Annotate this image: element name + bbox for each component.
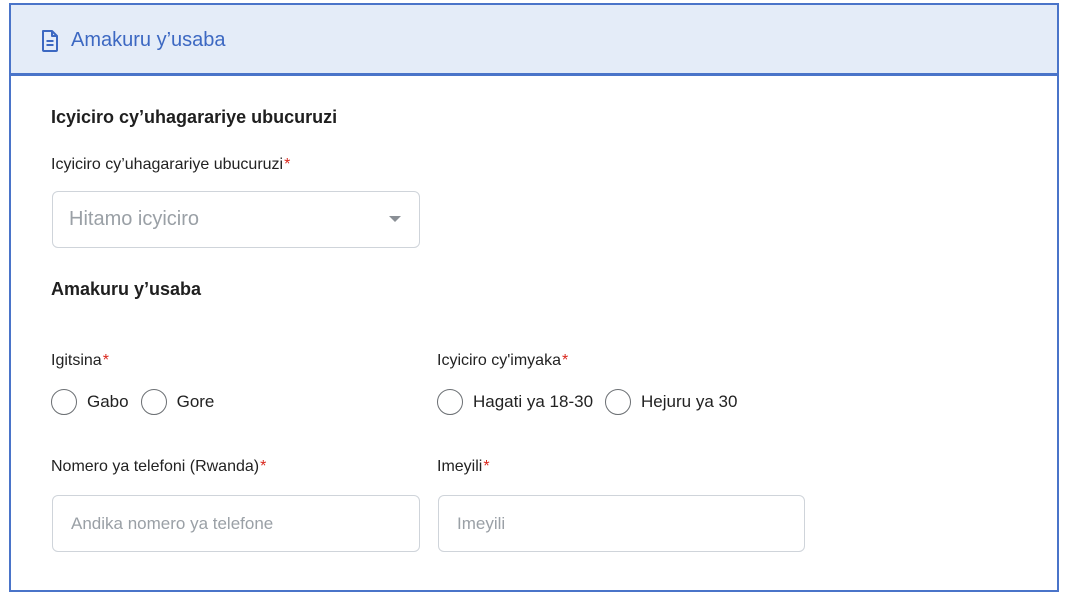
sector-select[interactable]: Hitamo icyiciro	[52, 191, 420, 248]
email-label-text: Imeyili	[437, 458, 483, 475]
age-group-label-text: Icyiciro cy'imyaka	[437, 352, 561, 369]
radio-label: Gore	[176, 392, 215, 411]
caret-down-icon	[389, 216, 401, 222]
age-group-radio-group: Hagati ya 18-30 Hejuru ya 30	[437, 389, 749, 415]
phone-field-label: Nomero ya telefoni (Rwanda)*	[51, 458, 266, 476]
phone-input[interactable]	[52, 495, 420, 552]
sector-label-text: Icyiciro cy’uhagarariye ubucuruzi	[51, 156, 284, 173]
panel-title: Amakuru y’usaba	[71, 29, 226, 51]
gender-option-gore[interactable]: Gore	[140, 389, 215, 415]
gender-option-gabo[interactable]: Gabo	[51, 389, 129, 415]
radio-button[interactable]	[140, 389, 167, 415]
radio-button[interactable]	[437, 389, 463, 415]
radio-button[interactable]	[51, 389, 77, 415]
applicant-info-panel: Amakuru y’usaba Icyiciro cy’uhagarariye …	[9, 3, 1059, 592]
phone-label-text: Nomero ya telefoni (Rwanda)	[51, 458, 260, 475]
email-input[interactable]	[438, 495, 805, 552]
sector-section-title: Icyiciro cy’uhagarariye ubucuruzi	[51, 107, 338, 127]
gender-radio-group: Gabo Gore	[51, 389, 226, 415]
radio-label: Hejuru ya 30	[641, 392, 738, 411]
document-icon	[42, 30, 58, 52]
age-option-over-30[interactable]: Hejuru ya 30	[605, 389, 737, 415]
radio-button[interactable]	[605, 389, 632, 415]
sector-select-placeholder: Hitamo icyiciro	[69, 208, 200, 230]
gender-label-text: Igitsina	[51, 352, 102, 369]
radio-label: Hagati ya 18-30	[473, 392, 594, 411]
age-group-field-label: Icyiciro cy'imyaka*	[437, 352, 568, 370]
required-marker: *	[483, 458, 490, 475]
required-marker: *	[102, 352, 109, 369]
gender-field-label: Igitsina*	[51, 352, 109, 370]
required-marker: *	[260, 458, 267, 475]
sector-field-label: Icyiciro cy’uhagarariye ubucuruzi*	[51, 156, 290, 174]
required-marker: *	[561, 352, 569, 369]
age-option-18-30[interactable]: Hagati ya 18-30	[437, 389, 593, 415]
email-field-label: Imeyili*	[437, 458, 490, 476]
radio-label: Gabo	[87, 392, 129, 411]
required-marker: *	[284, 156, 291, 173]
applicant-section-title: Amakuru y’usaba	[51, 279, 202, 299]
panel-header: Amakuru y’usaba	[11, 5, 1057, 76]
